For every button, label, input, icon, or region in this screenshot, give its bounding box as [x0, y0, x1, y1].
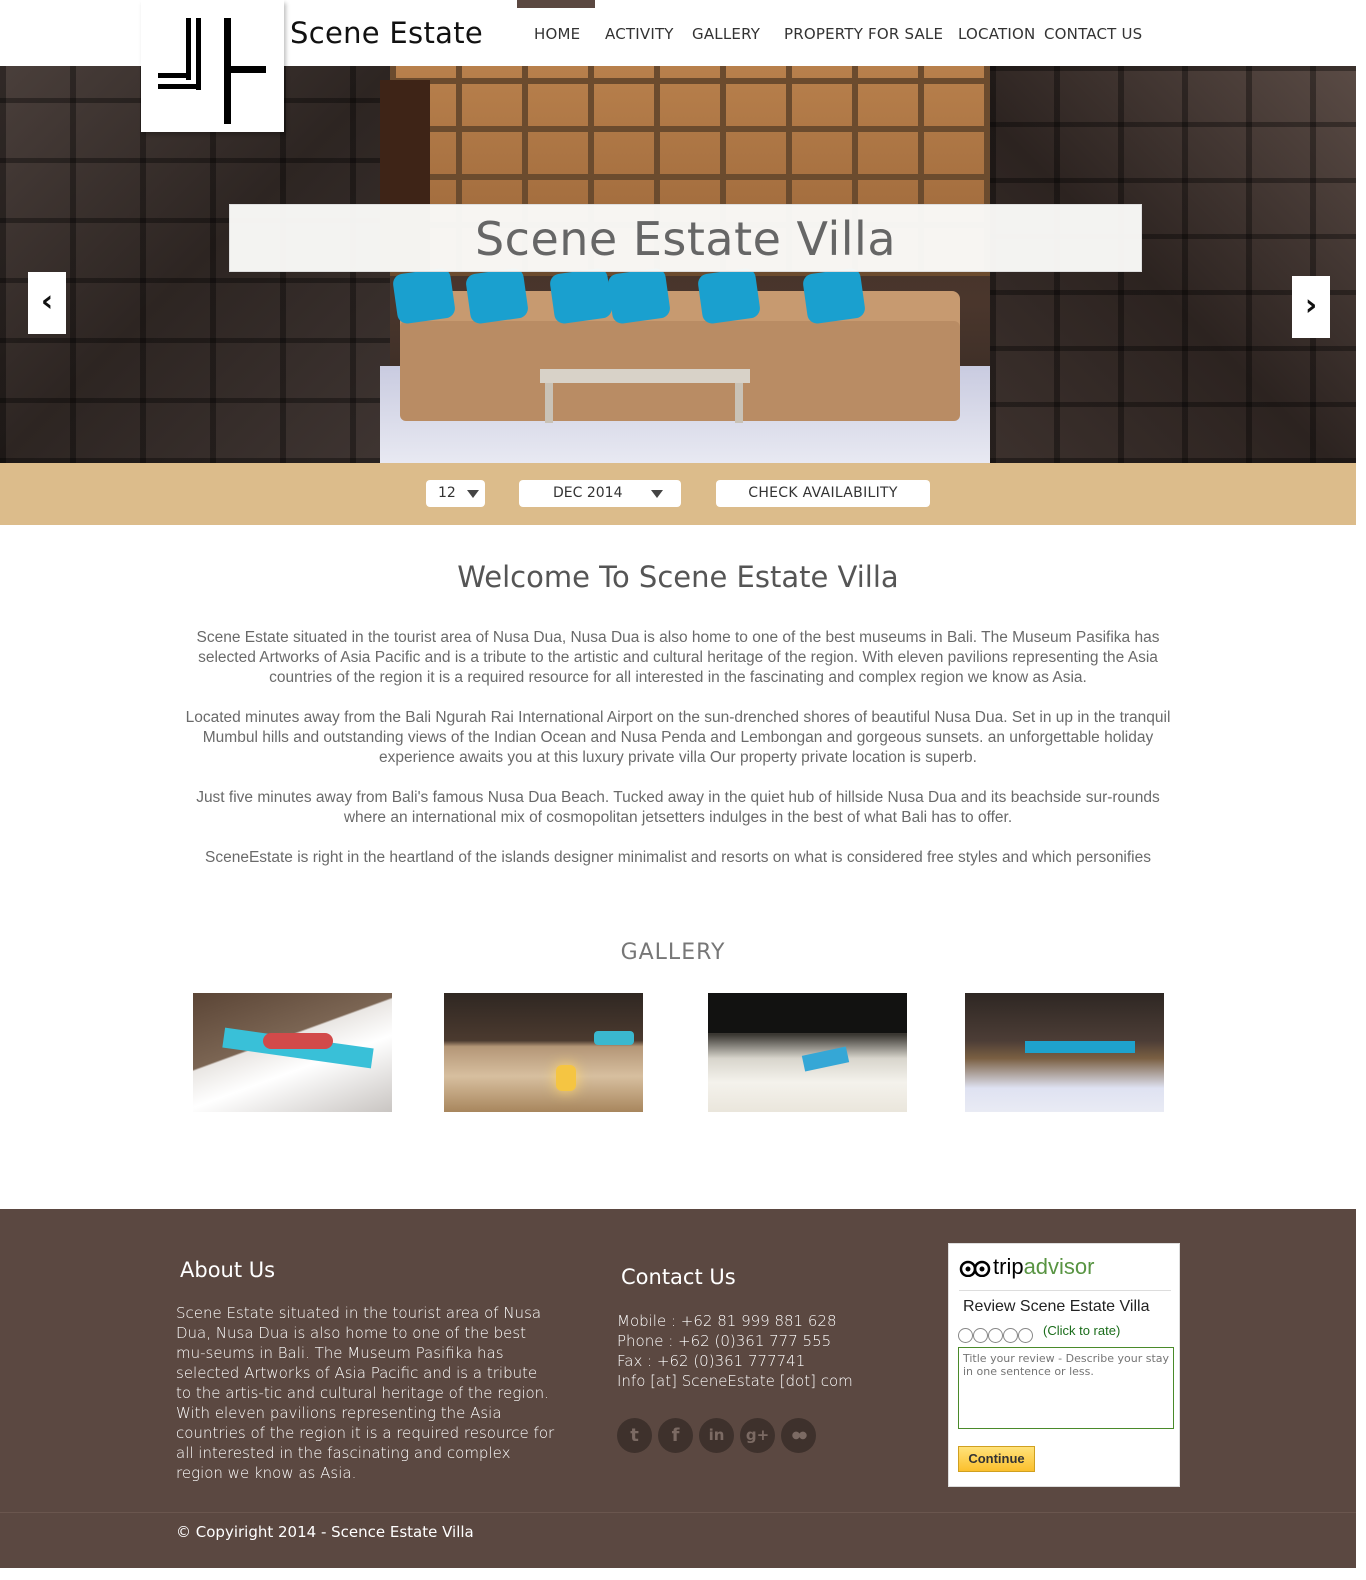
tripadvisor-logo-trip: trip — [993, 1254, 1024, 1279]
nav-contact-us[interactable]: CONTACT US — [1044, 25, 1142, 43]
tripadvisor-owl-icon — [959, 1260, 991, 1278]
hero-image-pillow — [606, 267, 672, 325]
day-select-value: 12 — [438, 485, 456, 501]
month-select[interactable]: DEC 2014 — [519, 480, 681, 507]
welcome-paragraph: Just five minutes away from Bali's famou… — [196, 789, 1160, 826]
thumb-accent — [594, 1031, 634, 1045]
contact-mobile: Mobile : +62 81 999 881 628 — [617, 1312, 837, 1330]
contact-email[interactable]: Info [at] SceneEstate [dot] com — [617, 1371, 917, 1391]
nav-location[interactable]: LOCATION — [958, 25, 1035, 43]
tripadvisor-widget: tripadvisor Review Scene Estate Villa (C… — [948, 1243, 1180, 1487]
rating-bubble-icon[interactable] — [973, 1328, 988, 1343]
copyright: © Copyiright 2014 - Scence Estate Villa — [176, 1523, 474, 1541]
hero-image-pillow — [464, 267, 530, 325]
gallery-thumbnail[interactable] — [193, 993, 392, 1112]
hero-image-pillow — [696, 267, 762, 325]
hero-image-pillow — [548, 267, 614, 325]
nav-activity[interactable]: ACTIVITY — [605, 25, 674, 43]
hero-image-table-leg — [545, 383, 553, 423]
thumb-accent — [708, 993, 907, 1033]
caret-down-icon — [467, 490, 479, 498]
hero-image-pillow — [801, 267, 867, 325]
contact-phone: Phone : +62 (0)361 777 555 — [617, 1332, 832, 1350]
thumb-accent — [556, 1065, 576, 1091]
welcome-text: Scene Estate situated in the tourist are… — [176, 628, 1180, 888]
hero-image-table-leg — [735, 383, 743, 423]
logo-mark-icon — [158, 18, 266, 124]
site-header: Scene Estate HOME ACTIVITY GALLERY PROPE… — [0, 0, 1366, 132]
check-availability-button[interactable]: CHECK AVAILABILITY — [716, 480, 930, 507]
contact-fax: Fax : +62 (0)361 777741 — [617, 1352, 806, 1370]
google-plus-icon[interactable]: g+ — [740, 1418, 775, 1453]
facebook-icon[interactable]: f — [658, 1418, 693, 1453]
review-title-input[interactable] — [958, 1347, 1174, 1429]
rating-bubble-icon[interactable] — [1018, 1328, 1033, 1343]
gallery-thumbnail[interactable] — [708, 993, 907, 1112]
thumb-accent — [801, 1046, 850, 1072]
nav-gallery[interactable]: GALLERY — [692, 25, 760, 43]
welcome-title: Welcome To Scene Estate Villa — [457, 560, 899, 594]
about-us-heading: About Us — [180, 1258, 276, 1282]
logo[interactable] — [141, 0, 284, 132]
rating-bubble-icon[interactable] — [1003, 1328, 1018, 1343]
welcome-paragraph: Located minutes away from the Bali Ngura… — [185, 709, 1171, 766]
continue-button[interactable]: Continue — [958, 1446, 1035, 1472]
rating-bubble-icon[interactable] — [958, 1328, 973, 1343]
click-to-rate-label[interactable]: (Click to rate) — [1043, 1323, 1120, 1338]
tripadvisor-logo[interactable]: tripadvisor — [959, 1254, 1094, 1280]
gallery-title: GALLERY — [620, 940, 726, 965]
chevron-right-icon: › — [1304, 288, 1318, 323]
prev-slide-button[interactable]: ‹ — [28, 272, 66, 334]
contact-us-heading: Contact Us — [621, 1265, 736, 1289]
gallery-thumbnail[interactable] — [444, 993, 643, 1112]
about-us-text: Scene Estate situated in the tourist are… — [176, 1304, 555, 1482]
chevron-left-icon: ‹ — [40, 284, 54, 319]
rating-bubbles — [958, 1325, 1033, 1344]
welcome-paragraph: SceneEstate is right in the heartland of… — [205, 849, 1151, 866]
brand-name: Scene Estate — [290, 16, 484, 50]
tumblr-icon[interactable]: t — [617, 1418, 652, 1453]
nav-active-indicator — [517, 0, 595, 8]
review-title: Review Scene Estate Villa — [963, 1298, 1150, 1315]
hero-image-pillow — [391, 267, 457, 325]
nav-property-for-sale[interactable]: PROPERTY FOR SALE — [784, 25, 943, 43]
welcome-paragraph: Scene Estate situated in the tourist are… — [196, 629, 1160, 686]
month-select-value: DEC 2014 — [553, 485, 623, 501]
hero-title: Scene Estate Villa — [229, 204, 1142, 272]
nav-home[interactable]: HOME — [534, 25, 580, 43]
contact-details: Mobile : +62 81 999 881 628 Phone : +62 … — [617, 1311, 917, 1391]
tripadvisor-logo-advisor: advisor — [1023, 1254, 1095, 1279]
day-select[interactable]: 12 — [426, 480, 485, 507]
thumb-accent — [263, 1033, 333, 1049]
divider — [959, 1290, 1171, 1291]
gallery-thumbnail[interactable] — [965, 993, 1164, 1112]
thumb-accent — [1025, 1041, 1135, 1053]
booking-bar: 12 DEC 2014 CHECK AVAILABILITY — [0, 463, 1356, 525]
linkedin-icon[interactable]: in — [699, 1418, 734, 1453]
next-slide-button[interactable]: › — [1292, 276, 1330, 338]
hero-image-table — [540, 369, 750, 383]
caret-down-icon — [651, 490, 663, 498]
rating-bubble-icon[interactable] — [988, 1328, 1003, 1343]
flickr-icon[interactable]: ●● — [781, 1418, 816, 1453]
